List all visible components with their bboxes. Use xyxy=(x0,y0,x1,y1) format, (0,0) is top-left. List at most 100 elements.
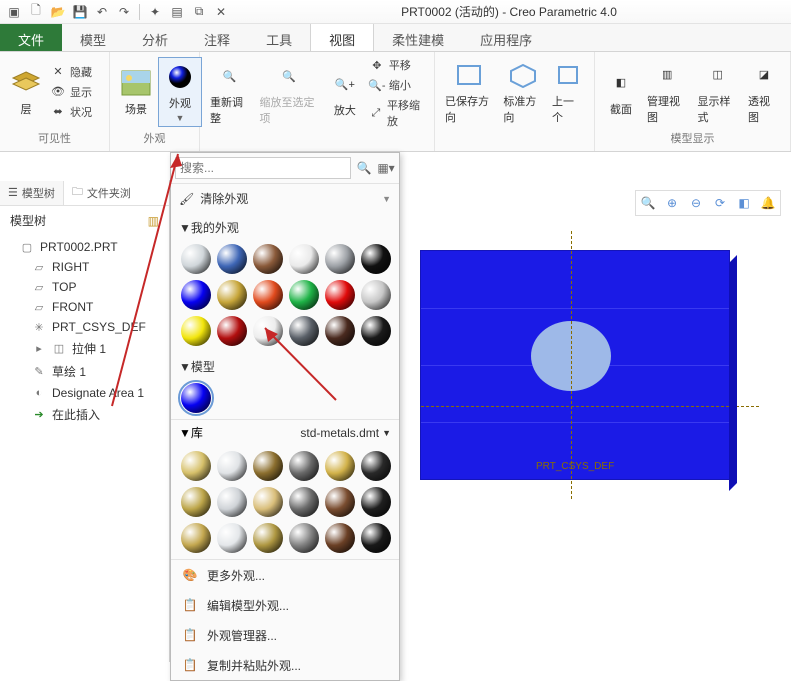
tab-view[interactable]: 视图 xyxy=(310,24,374,51)
open-icon[interactable]: 📂 xyxy=(48,2,68,22)
tree-header: 模型树 ▥ xyxy=(0,206,169,235)
save-icon[interactable]: 💾 xyxy=(70,2,90,22)
color-swatch[interactable] xyxy=(217,487,247,517)
tree-tab-folder[interactable]: 🗀文件夹浏 xyxy=(64,179,139,206)
appearance-manager[interactable]: 📋外观管理器... xyxy=(171,620,399,650)
new-icon[interactable]: 🗋 xyxy=(26,2,46,22)
scene-button[interactable]: 场景 xyxy=(116,65,156,119)
eye-off-icon: ✕ xyxy=(50,64,66,80)
tree-item-front[interactable]: ▱FRONT xyxy=(0,297,169,317)
copy-paste-appearance[interactable]: 📋复制并粘贴外观... xyxy=(171,650,399,680)
color-swatch[interactable] xyxy=(325,523,355,553)
style-button[interactable]: ◫显示样式 xyxy=(694,57,743,127)
color-swatch[interactable] xyxy=(253,487,283,517)
extrude-icon: ◫ xyxy=(52,342,66,356)
tab-apps[interactable]: 应用程序 xyxy=(462,24,550,51)
mgr-button[interactable]: ▥管理视图 xyxy=(643,57,692,127)
tab-tools[interactable]: 工具 xyxy=(248,24,310,51)
color-swatch[interactable] xyxy=(289,244,319,274)
show-row[interactable]: 👁显示 xyxy=(48,83,94,101)
color-swatch[interactable] xyxy=(253,523,283,553)
zoomout-row[interactable]: 🔍-缩小 xyxy=(367,76,428,94)
layer-button[interactable]: 层 xyxy=(6,65,46,119)
color-swatch[interactable] xyxy=(181,487,211,517)
tab-flex[interactable]: 柔性建模 xyxy=(374,24,462,51)
color-swatch[interactable] xyxy=(253,451,283,481)
close-win-icon[interactable]: ✕ xyxy=(211,2,231,22)
color-swatch[interactable] xyxy=(253,316,283,346)
prev-button[interactable]: 上一个 xyxy=(548,57,588,127)
color-swatch[interactable] xyxy=(325,487,355,517)
color-swatch[interactable] xyxy=(325,316,355,346)
color-swatch[interactable] xyxy=(325,451,355,481)
color-swatch[interactable] xyxy=(181,523,211,553)
tree-item-extrude[interactable]: ▸◫拉伸 1 xyxy=(0,337,169,360)
tree-item-designate[interactable]: ◐Designate Area 1 xyxy=(0,383,169,403)
tree-item-sketch[interactable]: ✎草绘 1 xyxy=(0,360,169,383)
color-swatch[interactable] xyxy=(361,487,391,517)
lib-select[interactable]: std-metals.dmt▼ xyxy=(300,426,391,440)
undo-icon[interactable]: ↶ xyxy=(92,2,112,22)
regen-icon[interactable]: ✦ xyxy=(145,2,165,22)
status-row[interactable]: ⬌状况 xyxy=(48,103,94,121)
color-swatch[interactable] xyxy=(181,451,211,481)
tree-item-insert[interactable]: ➔在此插入 xyxy=(0,403,169,426)
color-swatch[interactable] xyxy=(253,244,283,274)
tab-analysis[interactable]: 分析 xyxy=(124,24,186,51)
color-swatch[interactable] xyxy=(361,523,391,553)
tab-file[interactable]: 文件 xyxy=(0,24,62,51)
section-button[interactable]: ◧截面 xyxy=(601,65,641,119)
search-icon[interactable]: 🔍 xyxy=(355,159,373,177)
color-swatch[interactable] xyxy=(253,280,283,310)
search-input[interactable] xyxy=(175,157,351,179)
filter-icon[interactable]: ▥ xyxy=(148,214,159,228)
color-swatch[interactable] xyxy=(289,523,319,553)
popup-search: 🔍 ▦▾ xyxy=(171,153,399,184)
std-button[interactable]: 标准方向 xyxy=(499,57,546,127)
palette-icon[interactable]: ▦▾ xyxy=(377,159,395,177)
color-swatch[interactable] xyxy=(217,523,247,553)
color-swatch[interactable] xyxy=(361,451,391,481)
col-icon[interactable]: ▤ xyxy=(167,2,187,22)
color-swatch[interactable] xyxy=(217,244,247,274)
window-icon[interactable]: ⧉ xyxy=(189,2,209,22)
color-swatch[interactable] xyxy=(181,244,211,274)
appearance-button[interactable]: 外观 ▼ xyxy=(160,59,200,125)
refit-button[interactable]: 🔍重新调整 xyxy=(206,58,254,128)
tree-tab-model[interactable]: ☰模型树 xyxy=(0,181,64,205)
edit-model-appearance[interactable]: 📋编辑模型外观... xyxy=(171,590,399,620)
color-swatch[interactable] xyxy=(289,316,319,346)
clear-appearance-row[interactable]: 🖌 清除外观 ▼ xyxy=(171,184,399,213)
more-appearances[interactable]: 🎨更多外观... xyxy=(171,560,399,590)
zoomin-button[interactable]: 🔍+放大 xyxy=(325,66,365,120)
color-swatch[interactable] xyxy=(181,280,211,310)
tree-item-prt[interactable]: ▢PRT0002.PRT xyxy=(0,237,169,257)
tree-item-right[interactable]: ▱RIGHT xyxy=(0,257,169,277)
model-swatch[interactable] xyxy=(181,383,211,413)
color-swatch[interactable] xyxy=(289,280,319,310)
color-swatch[interactable] xyxy=(361,316,391,346)
color-swatch[interactable] xyxy=(325,244,355,274)
color-swatch[interactable] xyxy=(361,244,391,274)
plane-icon: ▱ xyxy=(32,280,46,294)
tree-item-csys[interactable]: ✳PRT_CSYS_DEF xyxy=(0,317,169,337)
tab-annotate[interactable]: 注释 xyxy=(186,24,248,51)
saved-button[interactable]: 已保存方向 xyxy=(441,57,497,127)
pan-row[interactable]: ✥平移 xyxy=(367,56,428,74)
color-swatch[interactable] xyxy=(289,487,319,517)
section-my[interactable]: ▼我的外观 xyxy=(171,213,399,238)
hide-row[interactable]: ✕隐藏 xyxy=(48,63,94,81)
tab-model[interactable]: 模型 xyxy=(62,24,124,51)
redo-icon[interactable]: ↷ xyxy=(114,2,134,22)
color-swatch[interactable] xyxy=(325,280,355,310)
color-swatch[interactable] xyxy=(289,451,319,481)
color-swatch[interactable] xyxy=(361,280,391,310)
persp-button[interactable]: ◪透视图 xyxy=(744,57,784,127)
color-swatch[interactable] xyxy=(181,316,211,346)
tree-item-top[interactable]: ▱TOP xyxy=(0,277,169,297)
color-swatch[interactable] xyxy=(217,280,247,310)
color-swatch[interactable] xyxy=(217,316,247,346)
panzoom-row[interactable]: ⤢平移缩放 xyxy=(367,96,428,130)
color-swatch[interactable] xyxy=(217,451,247,481)
section-model[interactable]: ▼模型 xyxy=(171,352,399,377)
